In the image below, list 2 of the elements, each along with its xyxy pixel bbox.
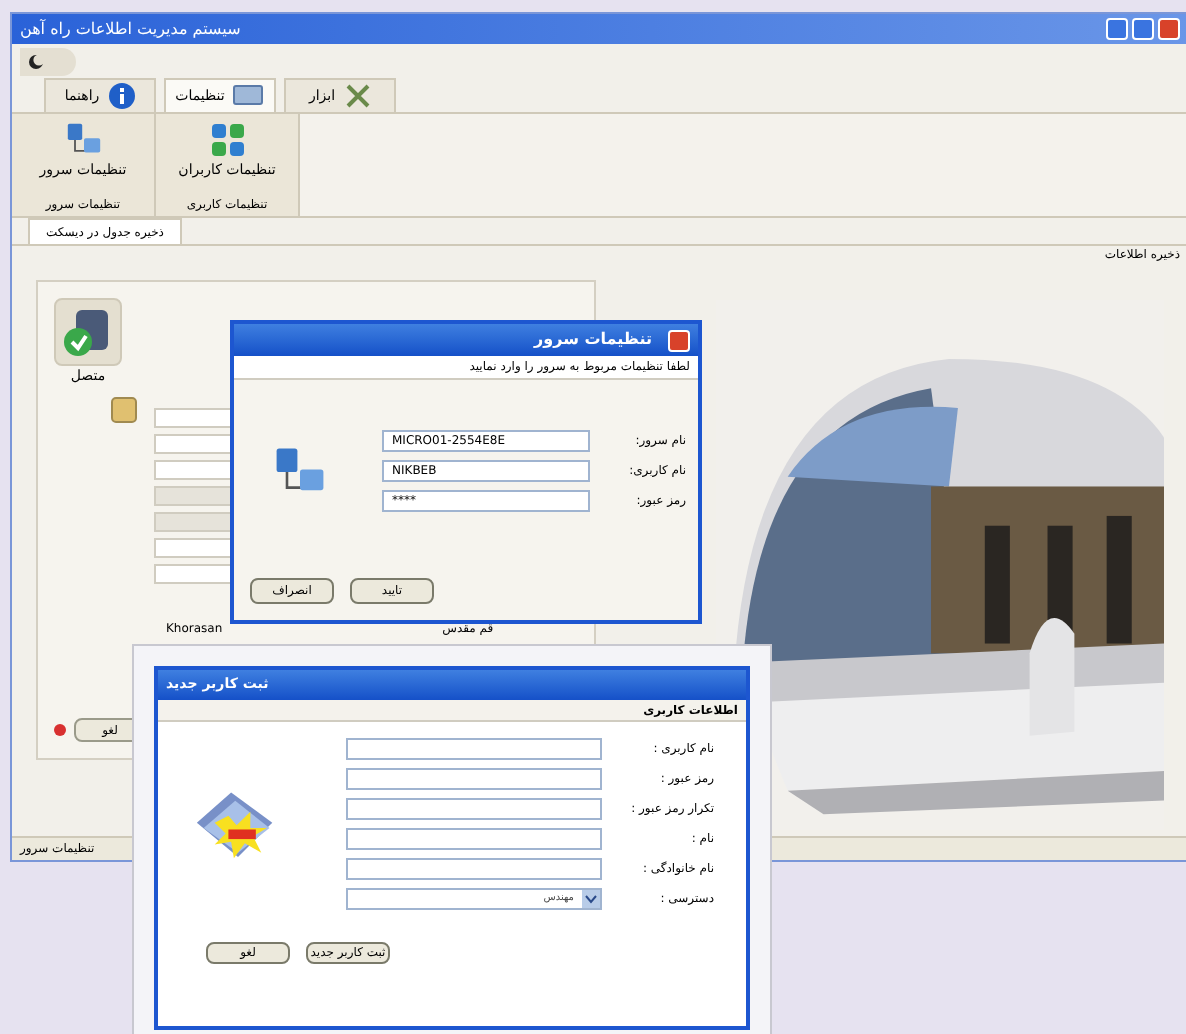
dialog-title: تنظیمات سرور [534,328,652,352]
window-title: سیستم مدیریت اطلاعات راه آهن [20,21,241,37]
